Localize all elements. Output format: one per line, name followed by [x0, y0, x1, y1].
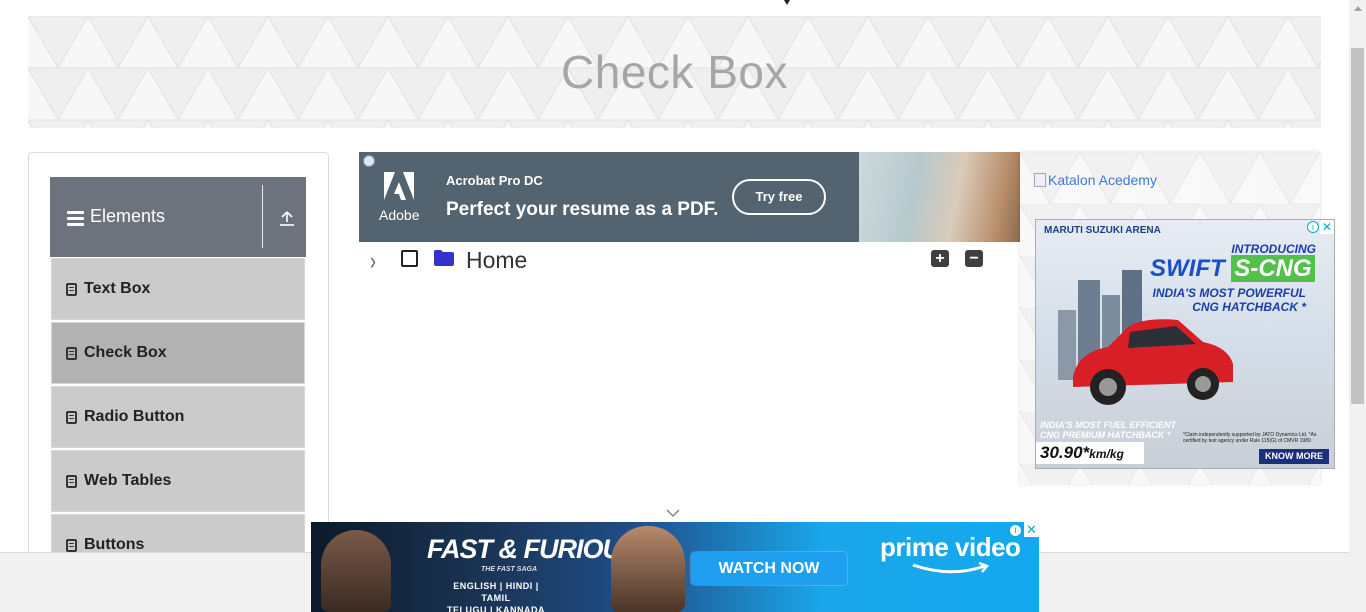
- sidebar-item-label: Web Tables: [84, 472, 172, 489]
- try-free-button[interactable]: Try free: [732, 179, 826, 215]
- header-divider: [262, 185, 263, 248]
- model-variant: S-CNG: [1231, 255, 1315, 282]
- tree-node-home: › Home + −: [366, 245, 1006, 275]
- adobe-brand: Adobe: [379, 207, 420, 223]
- ad-close-icon[interactable]: ✕: [1320, 220, 1334, 234]
- tree-node-label[interactable]: Home: [466, 247, 527, 274]
- list-icon: [66, 410, 77, 424]
- maruti-efficient: INDIA'S MOST FUEL EFFICIENT CNG PREMIUM …: [1040, 420, 1176, 440]
- katalon-alt-text: Katalon Acedemy: [1048, 172, 1157, 188]
- adchoices-icon[interactable]: [363, 155, 375, 167]
- watch-now-button[interactable]: WATCH NOW: [691, 552, 847, 585]
- adobe-ad[interactable]: Adobe Acrobat Pro DC Perfect your resume…: [359, 152, 1020, 242]
- elements-group-header[interactable]: Elements: [50, 177, 306, 257]
- actor-image-2: [611, 526, 685, 612]
- vertical-scrollbar[interactable]: [1349, 0, 1366, 612]
- broken-image-icon: [1034, 173, 1046, 187]
- movie-subtitle: THE FAST SAGA: [481, 566, 538, 573]
- expand-chevron-icon[interactable]: ›: [370, 247, 376, 276]
- chevron-down-icon: [666, 509, 680, 518]
- home-checkbox[interactable]: [401, 250, 418, 267]
- adobe-logo: Adobe: [379, 172, 419, 223]
- actor-image-1: [321, 530, 391, 612]
- sidebar-item-label: Check Box: [84, 344, 167, 361]
- maruti-mileage: 30.90*km/kg: [1036, 442, 1144, 464]
- scroll-up-icon[interactable]: [1354, 6, 1362, 11]
- left-sidebar: Elements Text Box Check Box Radio Button…: [28, 152, 329, 576]
- mileage-value: 30.90*: [1040, 443, 1090, 462]
- tagline-line-1: INDIA'S MOST POWERFUL: [1152, 286, 1306, 300]
- maruti-brand: MARUTI SUZUKI ARENA: [1044, 225, 1161, 236]
- list-icon: [66, 538, 77, 552]
- ad-info-icon[interactable]: i: [1307, 221, 1319, 233]
- list-icon: [66, 346, 77, 360]
- collapse-all-button[interactable]: −: [965, 250, 983, 267]
- collapse-icon[interactable]: [279, 210, 295, 226]
- group-label: Elements: [90, 206, 166, 226]
- list-icon: [66, 474, 77, 488]
- languages-line-2: TELUGU | KANNADA: [446, 605, 545, 612]
- ad-photo: [859, 152, 1020, 242]
- maruti-introducing: INTRODUCING: [1231, 242, 1316, 256]
- folder-icon: [434, 250, 454, 266]
- katalon-ad-link[interactable]: Katalon Acedemy: [1034, 172, 1157, 188]
- maruti-model: SWIFT S-CNG: [1150, 255, 1315, 283]
- scrollbar-thumb[interactable]: [1351, 48, 1364, 404]
- ad-close-icon[interactable]: ✕: [1024, 522, 1039, 537]
- mileage-unit: km/kg: [1089, 447, 1124, 461]
- prime-smile-icon: [912, 562, 990, 574]
- efficient-line-1: INDIA'S MOST FUEL EFFICIENT: [1040, 420, 1176, 430]
- efficient-line-2: CNG PREMIUM HATCHBACK *: [1040, 430, 1171, 440]
- languages-line-1: ENGLISH | HINDI | TAMIL: [453, 581, 539, 603]
- sidebar-item-web-tables[interactable]: Web Tables: [51, 450, 305, 512]
- sidebar-item-radio-button[interactable]: Radio Button: [51, 386, 305, 448]
- menu-icon: [67, 211, 84, 229]
- page-banner: Check Box: [28, 16, 1321, 128]
- movie-languages: ENGLISH | HINDI | TAMIL TELUGU | KANNADA: [441, 580, 551, 612]
- maruti-ad[interactable]: MARUTI SUZUKI ARENA INTRODUCING SWIFT S-…: [1035, 219, 1335, 469]
- list-icon: [66, 282, 77, 296]
- ad-info-icon[interactable]: i: [1009, 524, 1022, 537]
- adobe-icon: [384, 172, 414, 200]
- sidebar-item-label: Text Box: [84, 280, 151, 297]
- know-more-button[interactable]: KNOW MORE: [1259, 449, 1329, 464]
- model-name: SWIFT: [1150, 255, 1225, 282]
- sidebar-item-text-box[interactable]: Text Box: [51, 258, 305, 320]
- maruti-claim: *Claim independently supported by JATO D…: [1183, 432, 1317, 444]
- prime-video-logo: prime video: [880, 532, 1021, 562]
- expand-all-button[interactable]: +: [931, 250, 949, 267]
- adobe-headline: Perfect your resume as a PDF.: [446, 199, 719, 220]
- page-title: Check Box: [561, 46, 788, 98]
- adobe-product: Acrobat Pro DC: [446, 173, 543, 188]
- car-image: [1073, 319, 1233, 405]
- sidebar-item-label: Radio Button: [84, 408, 185, 425]
- sidebar-item-check-box[interactable]: Check Box: [51, 322, 305, 384]
- prime-video-ad[interactable]: FAST & FURIOUS 9 THE FAST SAGA ENGLISH |…: [311, 522, 1039, 612]
- cursor-notch: [784, 0, 790, 5]
